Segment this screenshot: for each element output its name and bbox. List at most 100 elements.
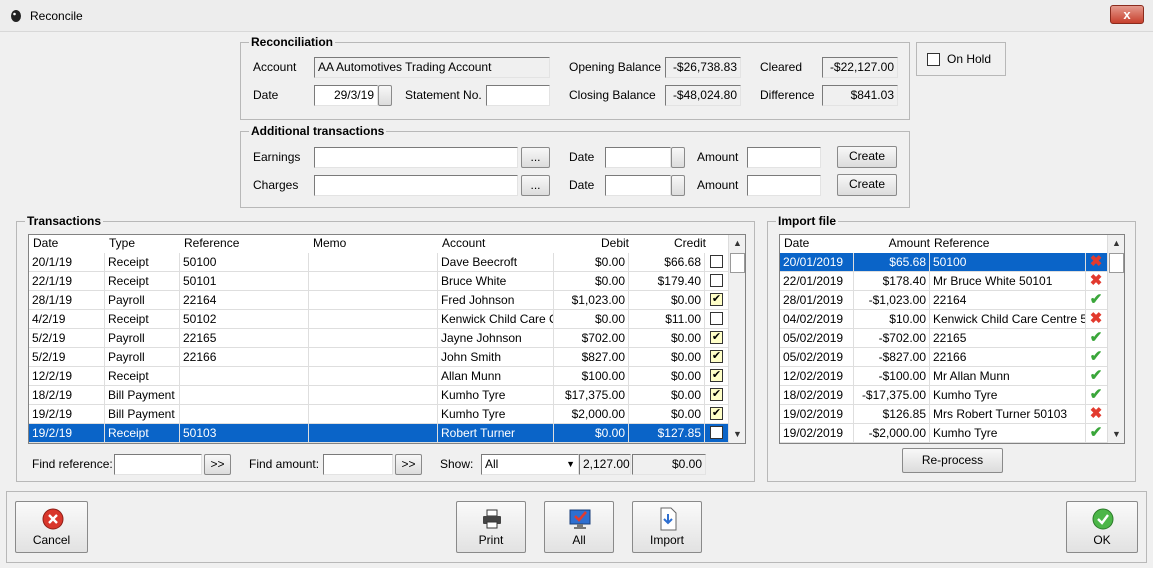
cancel-button[interactable]: Cancel (15, 501, 88, 553)
cell-reference: 50102 (180, 310, 309, 328)
import-button[interactable]: Import (632, 501, 702, 553)
create-earnings-button[interactable]: Create (837, 146, 897, 168)
import-row[interactable]: 22/01/2019 $178.40 Mr Bruce White 50101 ✖ (780, 272, 1107, 291)
table-row[interactable]: 19/2/19 Receipt 50103 Robert Turner $0.00 $12… (29, 424, 728, 443)
cleared-checkbox[interactable] (710, 312, 723, 325)
app-icon (11, 10, 21, 22)
scroll-down-icon[interactable]: ▼ (729, 426, 745, 443)
matched-check-icon: ✔ (1089, 291, 1103, 308)
table-row[interactable]: 5/2/19 Payroll 22166 John Smith $827.00 $0.00… (29, 348, 728, 367)
import-row[interactable]: 19/02/2019 -$2,000.00 Kumho Tyre ✔ (780, 424, 1107, 443)
reprocess-button[interactable]: Re-process (902, 448, 1003, 473)
col-date[interactable]: Date (33, 235, 58, 252)
date-field[interactable]: 29/3/19 (314, 85, 378, 106)
find-amount-go-button[interactable]: >> (395, 454, 422, 475)
transactions-scrollbar[interactable]: ▲ ▼ (728, 235, 745, 443)
ok-button[interactable]: OK (1066, 501, 1138, 553)
col-debit[interactable]: Debit (601, 235, 629, 252)
create-charges-button[interactable]: Create (837, 174, 897, 196)
earnings-amount-field[interactable] (747, 147, 821, 168)
cell-type: Receipt (105, 253, 180, 271)
import-scroll-down-icon[interactable]: ▼ (1108, 426, 1124, 443)
cleared-checkbox[interactable]: ✔ (710, 350, 723, 363)
table-row[interactable]: 19/2/19 Bill Payment Kumho Tyre $2,000.00 $0… (29, 405, 728, 424)
show-select[interactable]: All ▼ (481, 454, 579, 475)
import-cell-date: 04/02/2019 (780, 310, 854, 328)
table-row[interactable]: 22/1/19 Receipt 50101 Bruce White $0.00 $179.… (29, 272, 728, 291)
find-reference-field[interactable] (114, 454, 202, 475)
charges-browse-button[interactable]: ... (521, 175, 550, 196)
col-credit[interactable]: Credit (674, 235, 706, 252)
cell-debit: $702.00 (554, 329, 629, 347)
table-row[interactable]: 20/1/19 Receipt 50100 Dave Beecroft $0.00 $66… (29, 253, 728, 272)
on-hold-checkbox[interactable] (927, 53, 940, 66)
charges-date-label: Date (569, 178, 595, 192)
import-document-icon (660, 507, 677, 531)
import-row[interactable]: 20/01/2019 $65.68 50100 ✖ (780, 253, 1107, 272)
scroll-thumb[interactable] (730, 253, 745, 273)
col-type[interactable]: Type (109, 235, 135, 252)
import-row[interactable]: 04/02/2019 $10.00 Kenwick Child Care Centr… (780, 310, 1107, 329)
import-row[interactable]: 12/02/2019 -$100.00 Mr Allan Munn ✔ (780, 367, 1107, 386)
all-button[interactable]: All (544, 501, 614, 553)
table-row[interactable]: 5/2/19 Payroll 22165 Jayne Johnson $702.00 $0… (29, 329, 728, 348)
cell-debit: $17,375.00 (554, 386, 629, 404)
table-row[interactable]: 12/2/19 Receipt Allan Munn $100.00 $0.00 ✔ (29, 367, 728, 386)
close-button[interactable]: x (1110, 5, 1144, 24)
scroll-up-icon[interactable]: ▲ (729, 235, 745, 252)
table-row[interactable]: 4/2/19 Receipt 50102 Kenwick Child Care C $0… (29, 310, 728, 329)
cell-date: 5/2/19 (29, 348, 105, 366)
cell-reference: 50101 (180, 272, 309, 290)
earnings-date-picker-button[interactable] (671, 147, 685, 168)
statement-field[interactable] (486, 85, 550, 106)
matched-check-icon: ✔ (1089, 367, 1103, 384)
charges-amount-field[interactable] (747, 175, 821, 196)
import-cell-reference: Kumho Tyre (930, 386, 1086, 404)
earnings-field[interactable] (314, 147, 518, 168)
cleared-checkbox[interactable]: ✔ (710, 407, 723, 420)
cleared-checkbox[interactable] (710, 426, 723, 439)
date-picker-button[interactable] (378, 85, 392, 106)
unmatched-x-icon: ✖ (1089, 405, 1103, 422)
cell-type: Receipt (105, 424, 180, 442)
cleared-checkbox[interactable]: ✔ (710, 369, 723, 382)
charges-date-picker-button[interactable] (671, 175, 685, 196)
charges-field[interactable] (314, 175, 518, 196)
col-memo[interactable]: Memo (313, 235, 346, 252)
cleared-checkbox[interactable]: ✔ (710, 331, 723, 344)
cleared-value: -$22,127.00 (822, 57, 898, 78)
print-button[interactable]: Print (456, 501, 526, 553)
printer-icon (483, 509, 501, 529)
import-cell-reference: 22164 (930, 291, 1086, 309)
import-row[interactable]: 05/02/2019 -$827.00 22166 ✔ (780, 348, 1107, 367)
find-amount-field[interactable] (323, 454, 393, 475)
import-cell-date: 18/02/2019 (780, 386, 854, 404)
import-scrollbar[interactable]: ▲ ▼ (1107, 235, 1124, 443)
cancel-label: Cancel (32, 533, 71, 547)
import-row[interactable]: 18/02/2019 -$17,375.00 Kumho Tyre ✔ (780, 386, 1107, 405)
cleared-checkbox[interactable] (710, 274, 723, 287)
cleared-checkbox[interactable]: ✔ (710, 388, 723, 401)
cell-memo (309, 386, 438, 404)
cleared-checkbox[interactable] (710, 255, 723, 268)
import-scroll-thumb[interactable] (1109, 253, 1124, 273)
earnings-date-field[interactable] (605, 147, 671, 168)
charges-date-field[interactable] (605, 175, 671, 196)
earnings-browse-button[interactable]: ... (521, 147, 550, 168)
import-col-reference[interactable]: Reference (934, 235, 989, 252)
import-scroll-up-icon[interactable]: ▲ (1108, 235, 1124, 252)
difference-value: $841.03 (822, 85, 898, 106)
col-account[interactable]: Account (442, 235, 485, 252)
cleared-checkbox[interactable]: ✔ (710, 293, 723, 306)
cell-reference: 22165 (180, 329, 309, 347)
account-field[interactable]: AA Automotives Trading Account (314, 57, 550, 78)
import-row[interactable]: 05/02/2019 -$702.00 22165 ✔ (780, 329, 1107, 348)
import-row[interactable]: 28/01/2019 -$1,023.00 22164 ✔ (780, 291, 1107, 310)
import-col-amount[interactable]: Amount (854, 235, 930, 252)
import-row[interactable]: 19/02/2019 $126.85 Mrs Robert Turner 50103… (780, 405, 1107, 424)
col-reference[interactable]: Reference (184, 235, 239, 252)
import-col-date[interactable]: Date (784, 235, 809, 252)
find-reference-go-button[interactable]: >> (204, 454, 231, 475)
table-row[interactable]: 18/2/19 Bill Payment Kumho Tyre $17,375.00 $… (29, 386, 728, 405)
table-row[interactable]: 28/1/19 Payroll 22164 Fred Johnson $1,023.00… (29, 291, 728, 310)
